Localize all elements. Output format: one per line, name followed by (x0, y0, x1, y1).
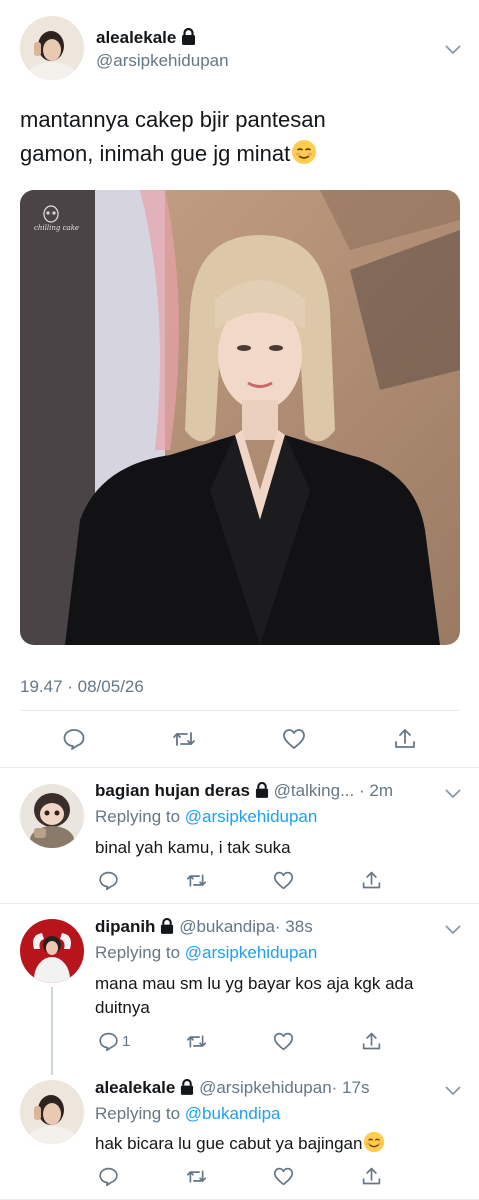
replying-to-prefix: Replying to (95, 943, 185, 962)
reply-icon[interactable] (98, 1031, 119, 1052)
divider (0, 767, 479, 768)
reply-author-avatar[interactable] (20, 784, 84, 848)
reply-icon[interactable] (98, 1166, 119, 1187)
replying-to-mention[interactable]: @bukandipa (185, 1104, 281, 1123)
replying-to: Replying to @bukandipa (95, 1104, 281, 1124)
reply-text-body: hak bicara lu gue cabut ya bajingan (95, 1134, 363, 1153)
reply-header: bagian hujan deras @talking... · 2m (95, 781, 393, 803)
like-heart-icon[interactable] (273, 870, 294, 891)
replying-to-mention[interactable]: @arsipkehidupan (185, 807, 318, 826)
like-heart-icon[interactable] (273, 1166, 294, 1187)
main-author-name[interactable]: alealekale (96, 27, 196, 50)
retweet-icon[interactable] (186, 870, 207, 891)
replying-to: Replying to @arsipkehidupan (95, 807, 317, 827)
main-tweet-text-line2-text: gamon, inimah gue jg minat (20, 141, 291, 166)
share-icon[interactable] (361, 870, 382, 891)
main-author-name-text[interactable]: alealekale (96, 28, 176, 47)
reply-header: dipanih @bukandipa· 38s (95, 917, 313, 939)
retweet-icon[interactable] (172, 727, 196, 751)
smiling-face-emoji-icon (363, 1131, 385, 1160)
share-icon[interactable] (361, 1031, 382, 1052)
reply-author-avatar[interactable] (20, 1080, 84, 1144)
reply-text: binal yah kamu, i tak suka (95, 838, 291, 857)
reply-author-name[interactable]: bagian hujan deras (95, 781, 250, 800)
lock-icon (181, 27, 196, 50)
reply-author-avatar[interactable] (20, 919, 84, 983)
main-tweet-text: mantannya cakep bjir pantesan gamon, ini… (20, 103, 460, 175)
main-author-handle[interactable]: @arsipkehidupan (96, 51, 229, 71)
photo-watermark: chilling cake (34, 224, 80, 232)
main-tweet-text-line2: gamon, inimah gue jg minat (20, 137, 460, 175)
chevron-down-icon[interactable] (444, 922, 462, 935)
reply-author-handle[interactable]: @arsipkehidupan (199, 1078, 332, 1097)
reply-time[interactable]: · 38s (275, 917, 313, 936)
lock-icon (180, 1078, 194, 1100)
reply-author-handle[interactable]: @talking... (274, 781, 355, 800)
lock-icon (255, 781, 269, 803)
replying-to-mention[interactable]: @arsipkehidupan (185, 943, 318, 962)
replying-to: Replying to @arsipkehidupan (95, 943, 317, 963)
reply-text: mana mau sm lu yg bayar kos aja kgk ada … (95, 972, 465, 1020)
share-icon[interactable] (361, 1166, 382, 1187)
reply-author-name[interactable]: dipanih (95, 917, 155, 936)
lock-icon (160, 917, 174, 939)
thread-connector (51, 987, 53, 1075)
reply-header: alealekale @arsipkehidupan· 17s (95, 1078, 369, 1100)
tweet-timestamp[interactable]: 19.47 · 08/05/26 (20, 677, 144, 697)
chevron-down-icon[interactable] (444, 42, 462, 55)
main-tweet-text-line1: mantannya cakep bjir pantesan (20, 107, 326, 132)
replying-to-prefix: Replying to (95, 807, 185, 826)
retweet-icon[interactable] (186, 1166, 207, 1187)
reply-count: 1 (122, 1033, 131, 1050)
divider (0, 903, 479, 904)
reply-time[interactable]: · 17s (332, 1078, 370, 1097)
reply-author-handle[interactable]: @bukandipa (179, 917, 275, 936)
chevron-down-icon[interactable] (444, 786, 462, 799)
replying-to-prefix: Replying to (95, 1104, 185, 1123)
reply-text: hak bicara lu gue cabut ya bajingan (95, 1131, 385, 1160)
like-heart-icon[interactable] (273, 1031, 294, 1052)
main-author-avatar[interactable] (20, 16, 84, 80)
retweet-icon[interactable] (186, 1031, 207, 1052)
relieved-face-emoji-icon (291, 139, 317, 175)
divider (20, 710, 460, 711)
reply-text-line1: mana mau sm lu yg bayar kos aja kgk ada (95, 974, 414, 993)
share-icon[interactable] (393, 727, 417, 751)
tweet-photo[interactable]: chilling cake (20, 190, 460, 645)
reply-time[interactable]: · 2m (359, 781, 393, 800)
reply-icon[interactable] (98, 870, 119, 891)
reply-text-line2: duitnya (95, 998, 150, 1017)
like-heart-icon[interactable] (282, 727, 306, 751)
chevron-down-icon[interactable] (444, 1083, 462, 1096)
reply-author-name[interactable]: alealekale (95, 1078, 175, 1097)
reply-icon[interactable] (62, 727, 86, 751)
